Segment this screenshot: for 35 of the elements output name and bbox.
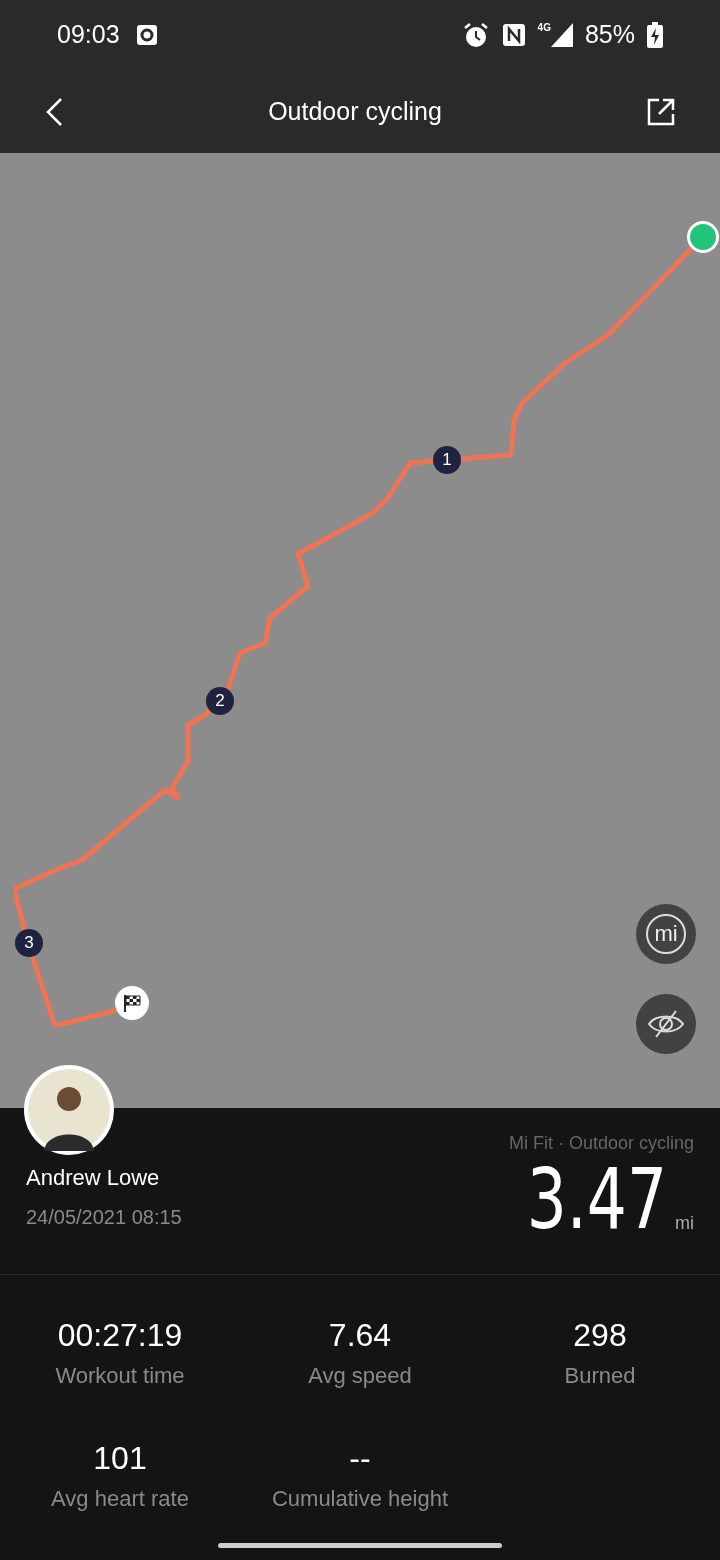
- battery-percent: 85%: [584, 19, 635, 51]
- eye-slash-icon: [646, 1009, 686, 1039]
- stat-label: Workout time: [55, 1362, 185, 1390]
- workout-source: Mi Fit · Outdoor cycling: [508, 1132, 694, 1155]
- workout-date: 24/05/2021 08:15: [26, 1205, 182, 1230]
- map-area[interactable]: 1 2 3 mi: [0, 153, 720, 1108]
- signal-icon: [550, 23, 573, 47]
- stat-label: Burned: [564, 1362, 636, 1390]
- route-marker: 1: [433, 446, 461, 474]
- stat-value: 00:27:19: [57, 1316, 183, 1355]
- start-point-icon: [687, 221, 719, 253]
- distance-value: 3.47: [526, 1157, 667, 1241]
- user-name: Andrew Lowe: [26, 1164, 161, 1192]
- route-marker: 3: [15, 929, 43, 957]
- stat-label: Avg speed: [308, 1362, 412, 1390]
- clock: 09:03: [57, 19, 120, 51]
- network-label: 4G: [537, 23, 551, 33]
- nfc-icon: [501, 23, 526, 47]
- chevron-left-icon: [44, 95, 64, 128]
- finish-flag-icon: [115, 986, 149, 1020]
- screenshot-icon: [135, 24, 158, 46]
- distance-unit: mi: [675, 1212, 694, 1235]
- battery-charging-icon: [647, 22, 663, 48]
- stat-value: 298: [573, 1316, 627, 1355]
- stat-value: --: [349, 1439, 371, 1478]
- route-marker: 2: [206, 687, 234, 715]
- stat-value: 101: [93, 1439, 147, 1478]
- unit-toggle-button[interactable]: mi: [636, 904, 696, 964]
- stat-label: Avg heart rate: [51, 1485, 189, 1513]
- share-icon: [646, 96, 676, 127]
- stat-value: 7.64: [328, 1316, 392, 1355]
- stat-label: Cumulative height: [271, 1485, 449, 1513]
- home-indicator[interactable]: [218, 1542, 502, 1548]
- hide-button[interactable]: [636, 994, 696, 1054]
- page-title: Outdoor cycling: [268, 95, 442, 127]
